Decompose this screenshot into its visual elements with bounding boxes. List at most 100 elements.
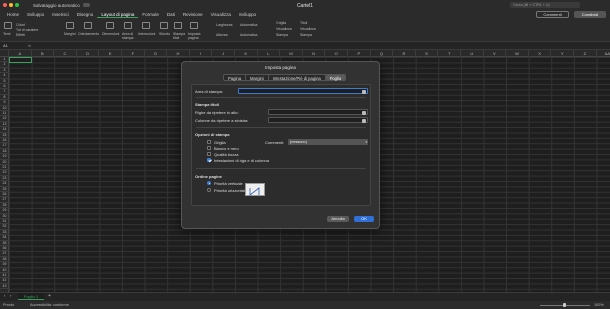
column-header[interactable]: M (280, 50, 303, 57)
column-header[interactable]: O (325, 50, 348, 57)
column-header[interactable]: L (258, 50, 281, 57)
rows-repeat-input[interactable] (268, 109, 368, 115)
stampa-titoli-heading: Stampa titoli (195, 102, 220, 107)
prev-sheet-icon[interactable]: ‹ (4, 293, 5, 298)
qualita-label: Qualità bozza (214, 152, 239, 157)
print-titles-icon[interactable] (174, 22, 182, 29)
column-header[interactable]: W (506, 50, 529, 57)
tab-intestazione[interactable]: Intestazione/Piè di pagina (269, 75, 326, 81)
accessibility-status[interactable]: Accessibilità: conforme (30, 303, 69, 307)
griglia-stampa-checkbox[interactable]: Stampa (276, 33, 288, 37)
tab-visualizza[interactable]: Visualizza (207, 12, 235, 17)
caratteri-dropdown[interactable]: Tut di caratere (16, 28, 38, 32)
tab-layout-di-pagina[interactable]: Layout di pagina (97, 12, 139, 18)
name-box[interactable]: A1 (3, 43, 8, 48)
tab-inserisci[interactable]: Inserisci (48, 12, 73, 17)
tab-formule[interactable]: Formule (138, 12, 163, 17)
row-header[interactable]: 43 (0, 284, 9, 290)
column-header[interactable]: K (235, 50, 258, 57)
tab-dati[interactable]: Dati (163, 12, 179, 17)
column-header[interactable]: R (393, 50, 416, 57)
background-icon[interactable] (160, 22, 168, 29)
sheet-tab[interactable]: Foglio 1 (18, 293, 44, 300)
tab-sviluppo-1[interactable]: Sviluppo (23, 12, 48, 17)
size-icon[interactable] (106, 22, 114, 29)
column-header[interactable]: Y (551, 50, 574, 57)
column-header[interactable]: AA (597, 50, 610, 57)
column-header[interactable]: V (484, 50, 507, 57)
tab-margini[interactable]: Margini (246, 75, 269, 81)
ok-button[interactable]: OK (354, 216, 374, 222)
cancel-button[interactable]: Annulla (327, 216, 349, 222)
area-label: Area di stampa: (195, 89, 224, 94)
column-header[interactable]: X (529, 50, 552, 57)
select-all-corner[interactable] (0, 50, 9, 57)
colori-dropdown[interactable]: Colori (16, 23, 25, 27)
column-header[interactable]: D (77, 50, 100, 57)
comments-button[interactable]: Commenti (536, 11, 569, 18)
fx-icon[interactable]: fx (28, 43, 31, 48)
column-header[interactable]: Z (574, 50, 597, 57)
margins-icon[interactable] (66, 22, 74, 29)
intestazioni-checkbox[interactable] (207, 158, 211, 162)
dialog-tabs: Pagina Margini Intestazione/Piè di pagin… (223, 74, 347, 81)
column-header[interactable]: N (303, 50, 326, 57)
status-ready: Pronto (3, 302, 15, 307)
effetti-dropdown[interactable]: Effetti (16, 33, 25, 37)
column-header[interactable]: U (461, 50, 484, 57)
qualita-bozza-checkbox[interactable] (207, 152, 211, 156)
tab-sviluppo-2[interactable]: Sviluppo (235, 12, 260, 17)
altezza-dropdown[interactable]: Automatica (240, 33, 258, 37)
priorita-orizzontale-radio[interactable] (207, 188, 211, 192)
column-header[interactable]: F (122, 50, 145, 57)
comments-select[interactable]: (nessuno) ▾ (288, 139, 368, 145)
print-area-icon[interactable] (124, 22, 132, 29)
column-header[interactable]: A (9, 50, 32, 57)
add-sheet-icon[interactable]: + (48, 293, 51, 299)
print-area-input[interactable] (238, 88, 368, 94)
zoom-slider-thumb[interactable] (563, 303, 566, 307)
column-header[interactable]: C (54, 50, 77, 57)
bianco-nero-checkbox[interactable] (207, 146, 211, 150)
range-picker-icon[interactable] (362, 118, 366, 123)
next-sheet-icon[interactable]: › (10, 293, 11, 298)
tab-foglio[interactable]: Foglio (325, 75, 346, 81)
column-header[interactable]: I (190, 50, 213, 57)
column-header[interactable]: B (32, 50, 55, 57)
columns-repeat-input[interactable] (268, 117, 368, 123)
griglia-visualizza-checkbox[interactable]: Visualizza (276, 27, 292, 31)
priorita-verticale-radio[interactable] (207, 181, 211, 185)
selected-cell[interactable] (9, 57, 32, 63)
ribbon: Temi Colori Tut di caratere Effetti Marg… (0, 19, 610, 42)
column-header[interactable]: J (212, 50, 235, 57)
tab-revisione[interactable]: Revisione (179, 12, 207, 17)
titoli-visualizza-checkbox[interactable]: Visualizza (300, 27, 316, 31)
tab-pagina[interactable]: Pagina (224, 75, 247, 81)
search-input[interactable]: Cerca (⌘ + CTRL + U) (510, 2, 580, 8)
sheet-options-panel: Area di stampa: Stampa titoli Righe da r… (191, 84, 371, 206)
column-header[interactable]: T (438, 50, 461, 57)
page-setup-icon[interactable] (190, 22, 198, 29)
column-header[interactable]: P (348, 50, 371, 57)
orientation-icon[interactable] (84, 22, 92, 29)
griglia-checkbox[interactable] (207, 140, 211, 144)
imposta-label: Imposta pagina (188, 32, 201, 40)
column-header[interactable]: H (167, 50, 190, 57)
tab-disegno[interactable]: Disegno (73, 12, 98, 17)
breaks-icon[interactable] (142, 22, 150, 29)
tab-home[interactable]: Home (3, 12, 23, 17)
dimensioni-label: Dimensioni (102, 32, 120, 36)
column-header[interactable]: E (99, 50, 122, 57)
griglia-label: Griglia (276, 21, 287, 25)
ordine-heading: Ordine pagine (195, 174, 222, 179)
larghezza-dropdown[interactable]: Automatica (240, 23, 258, 27)
range-picker-icon[interactable] (362, 89, 366, 94)
column-header[interactable]: S (416, 50, 439, 57)
range-picker-icon[interactable] (362, 110, 366, 115)
share-button[interactable]: Condividi (574, 11, 606, 18)
area-label: Area di stampa (122, 32, 134, 40)
titoli-stampa-checkbox[interactable]: Stampa (300, 33, 312, 37)
column-header[interactable]: Q (371, 50, 394, 57)
themes-icon[interactable] (4, 22, 12, 29)
column-header[interactable]: G (145, 50, 168, 57)
